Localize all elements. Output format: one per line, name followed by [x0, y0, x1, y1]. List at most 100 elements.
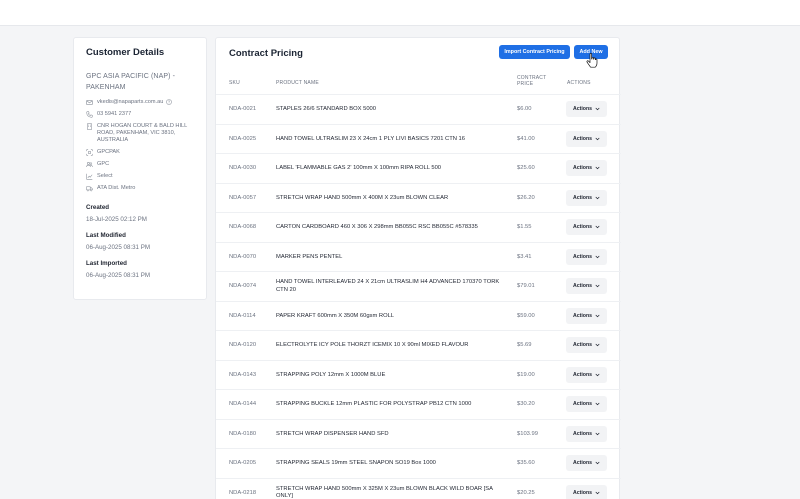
row-actions-button[interactable]: Actions — [566, 160, 607, 176]
row-actions-button[interactable]: Actions — [566, 189, 607, 206]
column-header-actions: ACTIONS — [567, 80, 591, 86]
chevron-down-icon — [595, 137, 600, 141]
actions-label: Actions — [572, 401, 593, 407]
actions-label: Actions — [572, 312, 593, 319]
chevron-down-icon — [595, 284, 600, 288]
hand-pointer-cursor-icon — [586, 53, 598, 68]
row-sku: NDA-0120 — [229, 342, 257, 348]
table-row: NDA-0218 STRETCH WRAP HAND 500mm X 325M X… — [216, 477, 621, 499]
row-product-name: STRETCH WRAP DISPENSER HAND SFD — [276, 430, 389, 437]
row-sku: NDA-0218 — [229, 489, 257, 496]
row-contract-price: $1.55 — [517, 224, 532, 230]
row-product-name: CARTON CARDBOARD 460 X 306 X 298mm BB055… — [276, 224, 478, 230]
last-imported-label: Last Imported — [86, 260, 127, 267]
table-row: NDA-0057 STRETCH WRAP HAND 500mm X 400M X… — [216, 182, 621, 213]
row-contract-price: $6.00 — [517, 106, 532, 112]
row-sku: NDA-0021 — [229, 106, 257, 112]
row-actions-button[interactable]: Actions — [566, 278, 607, 294]
phone-row: 03 5941 2377 — [86, 111, 194, 118]
row-product-name: STRAPPING SEALS 19mm STEEL SNAPON SO19 B… — [276, 460, 436, 466]
row-actions-button[interactable]: Actions — [566, 219, 607, 235]
column-header-sku[interactable]: SKU — [229, 80, 240, 86]
row-contract-price: $59.00 — [517, 312, 535, 319]
row-actions-button[interactable]: Actions — [566, 366, 607, 383]
chevron-down-icon — [595, 343, 600, 347]
row-sku: NDA-0070 — [229, 253, 257, 260]
customer-group: GPC — [97, 161, 110, 167]
table-row: NDA-0114 PAPER KRAFT 600mm X 350M 60gsm R… — [216, 300, 621, 331]
created-label: Created — [86, 204, 110, 211]
contract-pricing-table-body: NDA-0021 STAPLES 26/6 STANDARD BOX 5000 $6… — [216, 94, 621, 499]
row-product-name: ELECTROLYTE ICY POLE THORZT ICEMIX 10 X … — [276, 342, 469, 348]
row-contract-price: $26.20 — [517, 194, 535, 201]
chevron-down-icon — [595, 432, 600, 436]
column-header-product-name[interactable]: PRODUCT NAME — [276, 80, 319, 86]
row-contract-price: $35.60 — [517, 460, 535, 466]
table-row: NDA-0025 HAND TOWEL ULTRASLIM 23 X 24cm 1… — [216, 123, 621, 154]
chart-line-icon — [86, 173, 93, 180]
row-contract-price: $19.00 — [517, 371, 535, 378]
group-row: GPC — [86, 161, 194, 168]
code-row: GPCPAK — [86, 149, 194, 156]
row-contract-price: $103.99 — [517, 430, 538, 437]
shipping-row: ATA Dist. Metro — [86, 185, 194, 192]
table-row: NDA-0143 STRAPPING POLY 12mm X 1000M BLUE… — [216, 359, 621, 390]
row-contract-price: $79.01 — [517, 283, 535, 289]
table-row: NDA-0144 STRAPPING BUCKLE 12mm PLASTIC FO… — [216, 389, 621, 419]
last-modified-value: 06-Aug-2025 08:31 PM — [86, 244, 150, 251]
row-contract-price: $25.60 — [517, 165, 535, 171]
table-row: NDA-0074 HAND TOWEL INTERLEAVED 24 X 21cm… — [216, 271, 621, 301]
actions-label: Actions — [572, 165, 593, 171]
chevron-down-icon — [595, 166, 600, 170]
row-actions-button[interactable]: Actions — [566, 337, 607, 353]
row-actions-button[interactable]: Actions — [566, 130, 607, 147]
row-actions-button[interactable]: Actions — [566, 425, 607, 442]
row-sku: NDA-0074 — [229, 283, 257, 289]
row-product-name: MARKER PENS PENTEL — [276, 253, 343, 260]
row-actions-button[interactable]: Actions — [566, 248, 607, 265]
contract-pricing-card: Contract Pricing Import Contract Pricing… — [215, 37, 621, 499]
row-sku: NDA-0205 — [229, 460, 257, 466]
row-actions-button[interactable]: Actions — [566, 484, 607, 499]
chevron-down-icon — [595, 373, 600, 377]
address-row: CNR HOGAN COURT & BALD HILL ROAD, PAKENH… — [86, 123, 194, 144]
customer-code: GPCPAK — [97, 149, 120, 155]
actions-label: Actions — [572, 283, 593, 289]
customer-pricing: Select — [97, 173, 113, 179]
help-circle-icon[interactable] — [166, 99, 173, 105]
chevron-down-icon — [595, 255, 600, 259]
row-sku: NDA-0144 — [229, 401, 257, 407]
row-product-name: HAND TOWEL INTERLEAVED 24 X 21cm ULTRASL… — [276, 279, 500, 293]
customer-email[interactable]: vkedis@napaparts.com.au — [97, 99, 163, 106]
actions-label: Actions — [572, 430, 593, 437]
row-sku: NDA-0030 — [229, 165, 257, 171]
row-actions-button[interactable]: Actions — [566, 101, 607, 117]
chevron-down-icon — [595, 314, 600, 318]
users-icon — [86, 161, 93, 168]
row-contract-price: $30.20 — [517, 401, 535, 407]
row-product-name: LABEL 'FLAMMABLE GAS 2' 100mm X 100mm RI… — [276, 165, 442, 171]
customer-details-title: Customer Details — [86, 47, 165, 58]
table-row: NDA-0030 LABEL 'FLAMMABLE GAS 2' 100mm X … — [216, 153, 621, 183]
actions-label: Actions — [572, 371, 593, 378]
building-icon — [86, 123, 93, 130]
row-actions-button[interactable]: Actions — [566, 307, 607, 324]
row-actions-button[interactable]: Actions — [566, 455, 607, 471]
pricing-row: Select — [86, 173, 194, 180]
row-sku: NDA-0143 — [229, 371, 257, 378]
row-contract-price: $5.69 — [517, 342, 532, 348]
row-sku: NDA-0025 — [229, 135, 257, 142]
contract-pricing-title: Contract Pricing — [229, 48, 303, 59]
chevron-down-icon — [595, 402, 600, 406]
import-contract-pricing-button[interactable]: Import Contract Pricing — [499, 45, 570, 59]
row-sku: NDA-0057 — [229, 194, 257, 201]
row-product-name: STAPLES 26/6 STANDARD BOX 5000 — [276, 106, 376, 112]
customer-phone: 03 5941 2377 — [97, 111, 132, 117]
chevron-down-icon — [595, 107, 600, 111]
truck-icon — [86, 185, 93, 192]
column-header-contract-price[interactable]: CONTRACT PRICE — [517, 75, 546, 87]
table-row: NDA-0180 STRETCH WRAP DISPENSER HAND SFD $… — [216, 418, 621, 449]
row-actions-button[interactable]: Actions — [566, 396, 607, 412]
actions-label: Actions — [572, 342, 593, 348]
actions-label: Actions — [572, 194, 593, 201]
